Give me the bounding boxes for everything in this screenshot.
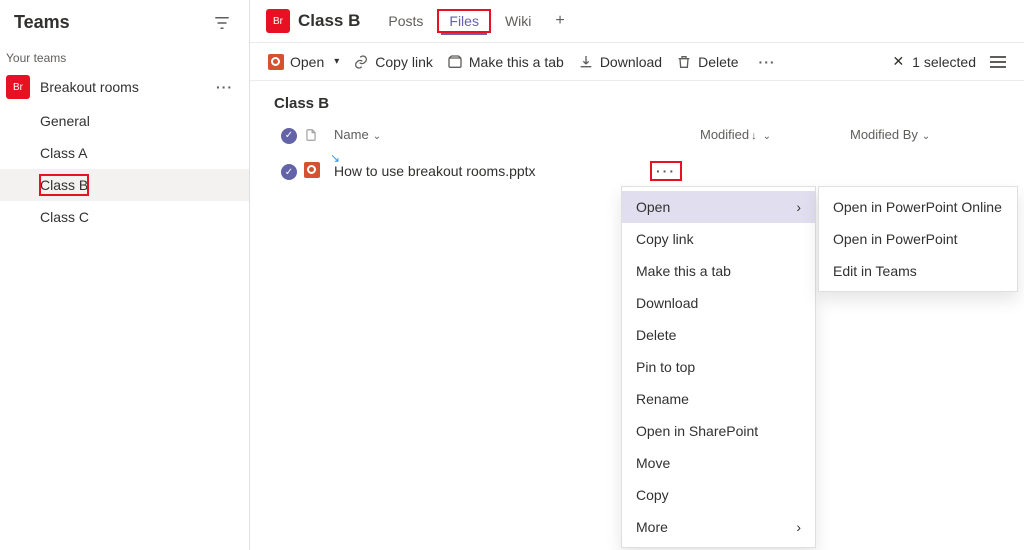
tab-files[interactable]: Files — [441, 9, 487, 35]
select-all[interactable]: ✓ — [274, 126, 304, 144]
download-icon — [578, 54, 594, 70]
channel-avatar: Br — [266, 9, 290, 33]
row-select[interactable]: ✓ — [274, 162, 304, 181]
highlight-row-more: ··· — [652, 163, 680, 179]
channel-list: General Class A Class B Class C — [0, 105, 249, 233]
menu-delete[interactable]: Delete — [622, 319, 815, 351]
sidebar: Teams Your teams Br Breakout rooms ··· G… — [0, 0, 250, 550]
main: Br Class B Posts Files Wiki + Open ▾ Cop… — [250, 0, 1024, 550]
tab-posts[interactable]: Posts — [380, 9, 431, 33]
channel-title: Class B — [298, 11, 360, 31]
toolbar: Open ▾ Copy link Make this a tab Downloa… — [250, 43, 1024, 81]
menu-copy-link[interactable]: Copy link — [622, 223, 815, 255]
open-label: Open — [290, 54, 324, 70]
col-modified-by-header[interactable]: Modified By⌄ — [850, 127, 1000, 142]
team-row-breakout-rooms[interactable]: Br Breakout rooms ··· — [0, 69, 249, 105]
channel-general[interactable]: General — [0, 105, 249, 137]
trash-icon — [676, 54, 692, 70]
chevron-right-icon: › — [796, 519, 801, 535]
highlight-files-tab: Files — [439, 11, 489, 31]
tab-wiki[interactable]: Wiki — [497, 9, 539, 33]
file-row[interactable]: ✓ ↘ How to use breakout rooms.pptx ··· — [250, 154, 1024, 189]
copy-link-button[interactable]: Copy link — [353, 54, 433, 70]
view-options-icon[interactable] — [990, 56, 1006, 68]
open-button[interactable]: Open ▾ — [268, 54, 339, 70]
delete-label: Delete — [698, 54, 738, 70]
your-teams-label: Your teams — [0, 43, 249, 69]
menu-copy[interactable]: Copy — [622, 479, 815, 511]
teams-title: Teams — [14, 12, 70, 33]
download-button[interactable]: Download — [578, 54, 662, 70]
download-label: Download — [600, 54, 662, 70]
list-header: ✓ Name⌄ Modified↓⌄ Modified By⌄ — [250, 116, 1024, 154]
menu-pin[interactable]: Pin to top — [622, 351, 815, 383]
menu-more[interactable]: More› — [622, 511, 815, 543]
open-submenu: Open in PowerPoint Online Open in PowerP… — [818, 186, 1018, 292]
channel-class-b[interactable]: Class B — [0, 169, 249, 201]
make-tab-button[interactable]: Make this a tab — [447, 54, 564, 70]
channel-header: Br Class B Posts Files Wiki + — [250, 0, 1024, 43]
chevron-right-icon: › — [796, 199, 801, 215]
selected-indicator[interactable]: ✕ 1 selected — [892, 53, 976, 70]
submenu-open-powerpoint[interactable]: Open in PowerPoint — [819, 223, 1017, 255]
col-name-header[interactable]: Name⌄ — [334, 127, 700, 142]
channel-class-a[interactable]: Class A — [0, 137, 249, 169]
tab-icon — [447, 54, 463, 70]
row-more-icon[interactable]: ··· — [654, 163, 678, 179]
sync-arrow-icon: ↘ — [330, 151, 340, 165]
chevron-down-icon: ▾ — [330, 56, 339, 67]
context-menu: Open› Copy link Make this a tab Download… — [621, 186, 816, 548]
make-tab-label: Make this a tab — [469, 54, 564, 70]
channel-class-c[interactable]: Class C — [0, 201, 249, 233]
team-avatar: Br — [6, 75, 30, 99]
submenu-edit-teams[interactable]: Edit in Teams — [819, 255, 1017, 287]
powerpoint-icon — [268, 54, 284, 70]
file-name[interactable]: How to use breakout rooms.pptx — [334, 163, 536, 179]
copy-link-label: Copy link — [375, 54, 433, 70]
sort-down-icon: ↓ — [749, 130, 759, 142]
chevron-down-icon: ⌄ — [918, 131, 930, 142]
add-tab-button[interactable]: + — [547, 8, 572, 34]
toolbar-more-icon[interactable]: ··· — [753, 54, 782, 70]
col-type-icon — [304, 128, 334, 142]
close-selection-icon[interactable]: ✕ — [892, 53, 904, 70]
filter-icon[interactable] — [213, 14, 231, 32]
menu-open-sharepoint[interactable]: Open in SharePoint — [622, 415, 815, 447]
team-name: Breakout rooms — [40, 79, 200, 95]
chevron-down-icon: ⌄ — [759, 131, 771, 142]
col-modified-header[interactable]: Modified↓⌄ — [700, 127, 850, 142]
link-icon — [353, 54, 369, 70]
menu-make-tab[interactable]: Make this a tab — [622, 255, 815, 287]
chevron-down-icon: ⌄ — [369, 131, 381, 142]
menu-move[interactable]: Move — [622, 447, 815, 479]
team-more-icon[interactable]: ··· — [210, 79, 239, 95]
menu-download[interactable]: Download — [622, 287, 815, 319]
delete-button[interactable]: Delete — [676, 54, 738, 70]
selected-text: 1 selected — [912, 54, 976, 70]
menu-rename[interactable]: Rename — [622, 383, 815, 415]
folder-title: Class B — [250, 81, 1024, 116]
highlight-class-b: Class B — [40, 175, 88, 195]
menu-open[interactable]: Open› — [622, 191, 815, 223]
submenu-open-online[interactable]: Open in PowerPoint Online — [819, 191, 1017, 223]
